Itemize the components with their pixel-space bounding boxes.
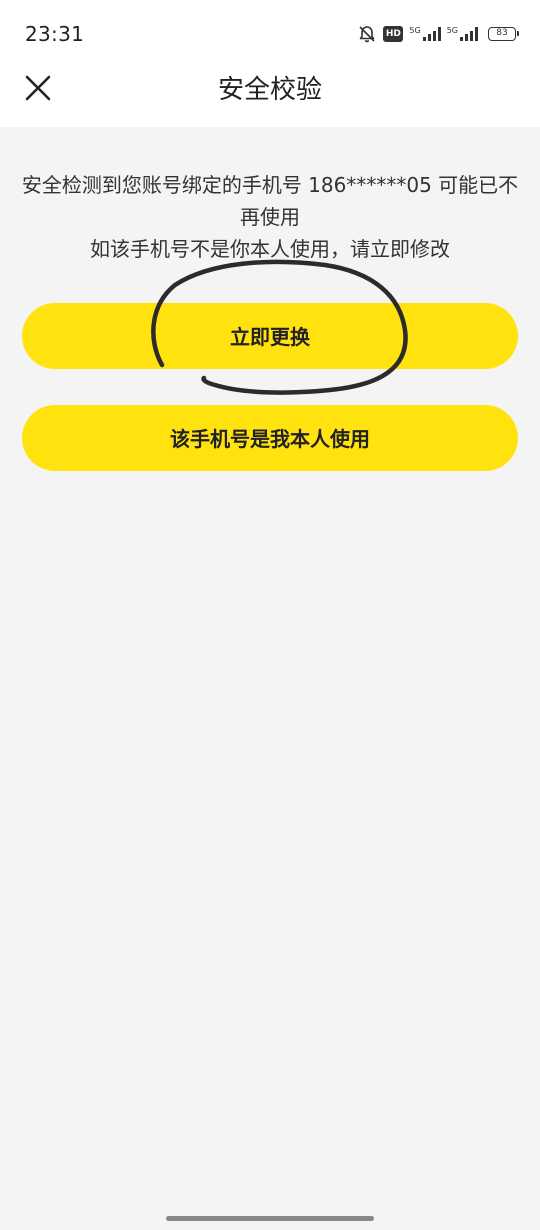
hd-badge: HD <box>383 26 404 42</box>
change-phone-button[interactable]: 立即更换 <box>22 303 518 369</box>
nav-bar: 安全校验 <box>0 66 540 114</box>
battery-level: 83 <box>496 28 508 38</box>
top-area: 23:31 HD 5G 5G 83 安全校验 <box>0 0 540 127</box>
bell-muted-icon <box>357 24 377 44</box>
message-line-2: 再使用 <box>240 205 300 229</box>
security-message: 安全检测到您账号绑定的手机号 186******05 可能已不 再使用 如该手机… <box>0 169 540 265</box>
message-line-1: 安全检测到您账号绑定的手机号 186******05 可能已不 <box>21 173 519 197</box>
status-icons: HD 5G 5G 83 <box>357 22 519 46</box>
network-type-label: 5G <box>446 26 458 35</box>
signal-icon-sim2: 5G <box>447 27 478 41</box>
battery-icon: 83 <box>488 27 519 41</box>
status-time: 23:31 <box>25 22 85 46</box>
signal-icon-sim1: 5G <box>409 26 441 41</box>
page-title: 安全校验 <box>217 75 322 105</box>
network-type-label: 5G <box>409 26 421 35</box>
confirm-own-phone-button[interactable]: 该手机号是我本人使用 <box>22 405 518 471</box>
home-indicator[interactable] <box>166 1216 374 1221</box>
status-bar: 23:31 HD 5G 5G 83 <box>0 0 540 66</box>
message-line-3: 如该手机号不是你本人使用，请立即修改 <box>90 237 450 261</box>
